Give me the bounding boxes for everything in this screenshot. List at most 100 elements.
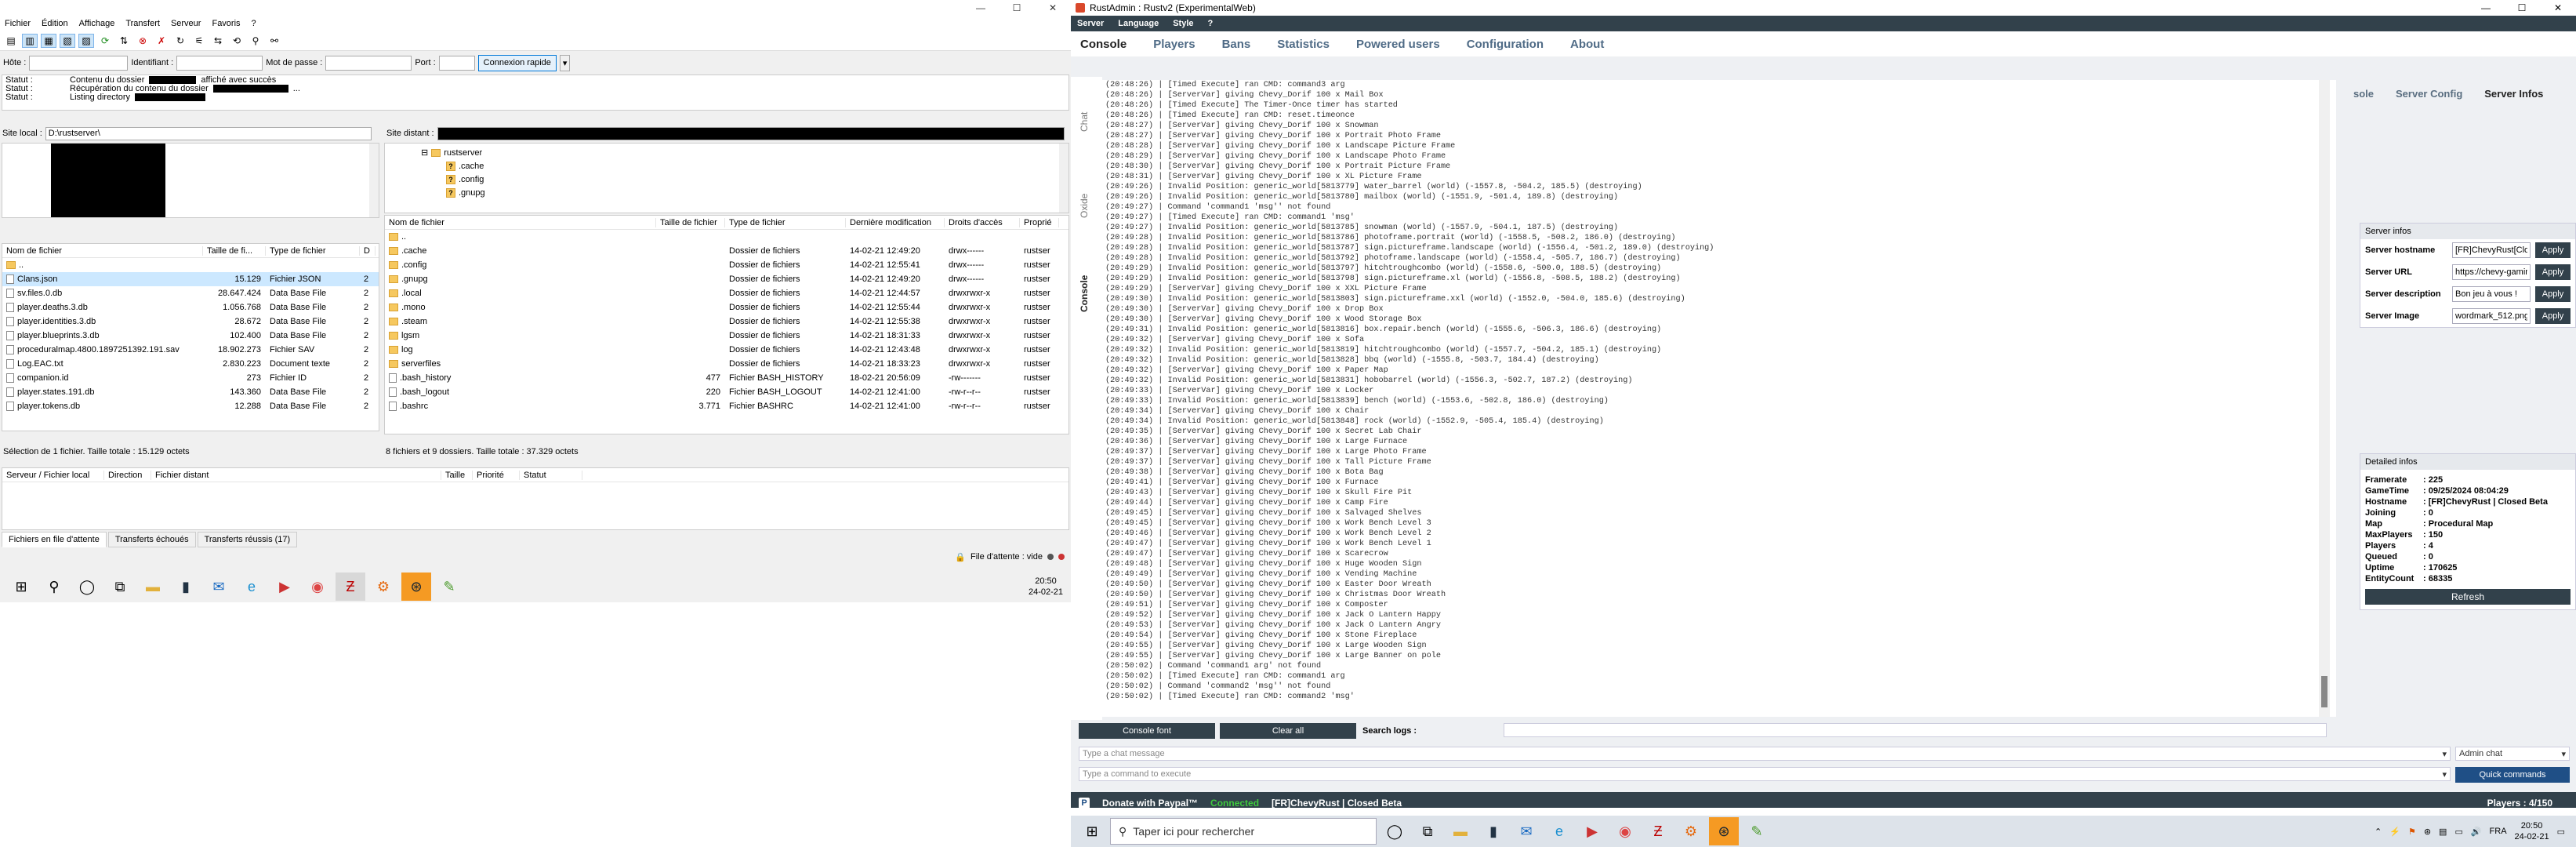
- notepad-icon[interactable]: ✎: [1742, 817, 1772, 845]
- server-field-input[interactable]: [2452, 308, 2531, 324]
- maximize-button[interactable]: ☐: [2504, 2, 2540, 13]
- col-header[interactable]: Priorité: [473, 470, 520, 480]
- table-row[interactable]: .gnupg Dossier de fichiers 14-02-21 12:49:…: [385, 272, 1068, 286]
- col-header[interactable]: D: [360, 245, 376, 256]
- port-input[interactable]: [438, 55, 475, 71]
- local-tree-scrollbar[interactable]: [369, 144, 379, 217]
- refresh-button[interactable]: Refresh: [2365, 589, 2571, 605]
- table-row[interactable]: .config Dossier de fichiers 14-02-21 12:55…: [385, 258, 1068, 272]
- menu-help[interactable]: ?: [1208, 19, 1214, 28]
- filezilla-icon[interactable]: Ƶ: [1643, 817, 1673, 845]
- table-row[interactable]: Clans.json 15.129 Fichier JSON 2: [2, 272, 379, 286]
- local-tree[interactable]: [2, 143, 379, 218]
- windows-start-icon[interactable]: ⊞: [6, 573, 36, 601]
- table-row[interactable]: sv.files.0.db 28.647.424 Data Base File 2: [2, 286, 379, 300]
- col-header[interactable]: Proprié: [1020, 217, 1059, 227]
- remote-tree[interactable]: ⊟ rustserver ? .cache ? .config ? .gnupg: [384, 143, 1069, 213]
- process-queue-icon[interactable]: ⇅: [116, 34, 132, 48]
- scroll-thumb[interactable]: [2321, 676, 2327, 707]
- table-row[interactable]: ..: [2, 258, 379, 272]
- disconnect-icon[interactable]: ✗: [154, 34, 169, 48]
- command-input[interactable]: Type a command to execute ▾: [1079, 767, 2451, 781]
- table-row[interactable]: lgsm Dossier de fichiers 14-02-21 18:31:33…: [385, 329, 1068, 343]
- col-header[interactable]: Type de fichier: [725, 217, 846, 227]
- site-manager-icon[interactable]: ▤: [3, 34, 19, 48]
- table-row[interactable]: .bash_history 477 Fichier BASH_HISTORY 18-0…: [385, 371, 1068, 385]
- toggle-tree-icon[interactable]: ▦: [41, 33, 56, 48]
- col-header[interactable]: Taille de fi...: [203, 245, 266, 256]
- tab-statistics[interactable]: Statistics: [1277, 38, 1330, 51]
- tree-item[interactable]: ? .cache: [421, 160, 485, 173]
- close-button[interactable]: ✕: [2540, 2, 2576, 13]
- table-row[interactable]: player.identities.3.db 28.672 Data Base Fi…: [2, 314, 379, 329]
- reconnect-icon[interactable]: ↻: [172, 34, 188, 48]
- tab-bans[interactable]: Bans: [1222, 38, 1251, 51]
- cortana-icon[interactable]: ◯: [1380, 817, 1410, 845]
- app-icon[interactable]: ▮: [1478, 817, 1508, 845]
- taskbar-search[interactable]: ⚲ Taper ici pour rechercher: [1110, 818, 1377, 845]
- menu-server[interactable]: Server: [1077, 19, 1104, 28]
- menu-affichage[interactable]: Affichage: [79, 19, 115, 28]
- filezilla-icon[interactable]: Ƶ: [336, 573, 365, 601]
- toggle-remote-tree-icon[interactable]: ▧: [60, 33, 75, 48]
- col-header[interactable]: Taille: [441, 470, 473, 480]
- menu-style[interactable]: Style: [1173, 19, 1193, 28]
- tray-app-icon[interactable]: ▤: [2439, 827, 2447, 837]
- task-view-icon[interactable]: ⧉: [1413, 817, 1442, 845]
- table-row[interactable]: .local Dossier de fichiers 14-02-21 12:44:…: [385, 286, 1068, 300]
- table-row[interactable]: player.blueprints.3.db 102.400 Data Base F…: [2, 329, 379, 343]
- table-row[interactable]: player.tokens.db 12.288 Data Base File 2: [2, 399, 379, 413]
- table-row[interactable]: proceduralmap.4800.1897251392.191.sav 18.…: [2, 343, 379, 357]
- col-header[interactable]: Nom de fichier: [2, 245, 203, 256]
- menu-edition[interactable]: Édition: [42, 19, 68, 28]
- col-header[interactable]: Type de fichier: [266, 245, 360, 256]
- console-scrollbar[interactable]: [2319, 80, 2330, 717]
- apply-button[interactable]: Apply: [2535, 242, 2571, 258]
- notepad-icon[interactable]: ✎: [434, 573, 464, 601]
- cortana-icon[interactable]: ◯: [72, 573, 102, 601]
- col-header[interactable]: Dernière modification: [846, 217, 945, 227]
- file-explorer-icon[interactable]: ▬: [138, 573, 168, 601]
- compare-icon[interactable]: ⇆: [210, 34, 226, 48]
- donate-link[interactable]: Donate with Paypal™: [1102, 798, 1198, 808]
- volume-icon[interactable]: 🔊: [2471, 827, 2482, 837]
- table-row[interactable]: .steam Dossier de fichiers 14-02-21 12:55:…: [385, 314, 1068, 329]
- steam-icon[interactable]: ⊛: [1709, 817, 1739, 845]
- tab-server-config[interactable]: Server Config: [2396, 88, 2462, 100]
- server-field-input[interactable]: [2452, 286, 2531, 302]
- apply-button[interactable]: Apply: [2535, 286, 2571, 302]
- rustadmin-icon[interactable]: ⚙: [1676, 817, 1706, 845]
- windows-start-icon[interactable]: ⊞: [1077, 817, 1107, 845]
- notifications-icon[interactable]: ▭: [2557, 827, 2565, 837]
- server-field-input[interactable]: [2452, 242, 2531, 258]
- toggle-queue-icon[interactable]: ▨: [78, 33, 94, 48]
- tree-item[interactable]: ? .gnupg: [421, 187, 485, 200]
- side-tab-chat[interactable]: Chat: [1079, 112, 1090, 132]
- user-input[interactable]: [176, 55, 263, 71]
- search-icon[interactable]: ⚲: [248, 34, 263, 48]
- tab-server-infos[interactable]: Server Infos: [2484, 88, 2543, 100]
- chat-input[interactable]: Type a chat message ▾: [1079, 747, 2451, 761]
- tab-powered-users[interactable]: Powered users: [1356, 38, 1440, 51]
- quickconnect-dropdown[interactable]: ▾: [559, 54, 571, 71]
- table-row[interactable]: .bash_logout 220 Fichier BASH_LOGOUT 14-02-…: [385, 385, 1068, 399]
- server-field-input[interactable]: [2452, 264, 2531, 280]
- side-tab-console[interactable]: Console: [1079, 275, 1090, 312]
- menu-language[interactable]: Language: [1118, 19, 1159, 28]
- file-explorer-icon[interactable]: ▬: [1446, 817, 1475, 845]
- steam-icon[interactable]: ⊛: [401, 573, 431, 601]
- quickconnect-button[interactable]: Connexion rapide: [477, 54, 557, 71]
- search-icon[interactable]: ⚲: [39, 573, 69, 601]
- col-header[interactable]: Serveur / Fichier local: [2, 470, 104, 480]
- chrome-icon[interactable]: ◉: [1610, 817, 1640, 845]
- tray-app-icon[interactable]: ⚡: [2389, 827, 2400, 837]
- minimize-button[interactable]: —: [2468, 2, 2504, 13]
- col-header[interactable]: Direction: [104, 470, 151, 480]
- remote-path-input[interactable]: [437, 126, 1065, 140]
- mail-icon[interactable]: ✉: [204, 573, 234, 601]
- quick-commands-button[interactable]: Quick commands: [2455, 767, 2570, 783]
- table-row[interactable]: ..: [385, 230, 1068, 244]
- rustadmin-icon[interactable]: ⚙: [368, 573, 398, 601]
- media-icon[interactable]: ▶: [1577, 817, 1607, 845]
- language-indicator[interactable]: FRA: [2490, 827, 2507, 836]
